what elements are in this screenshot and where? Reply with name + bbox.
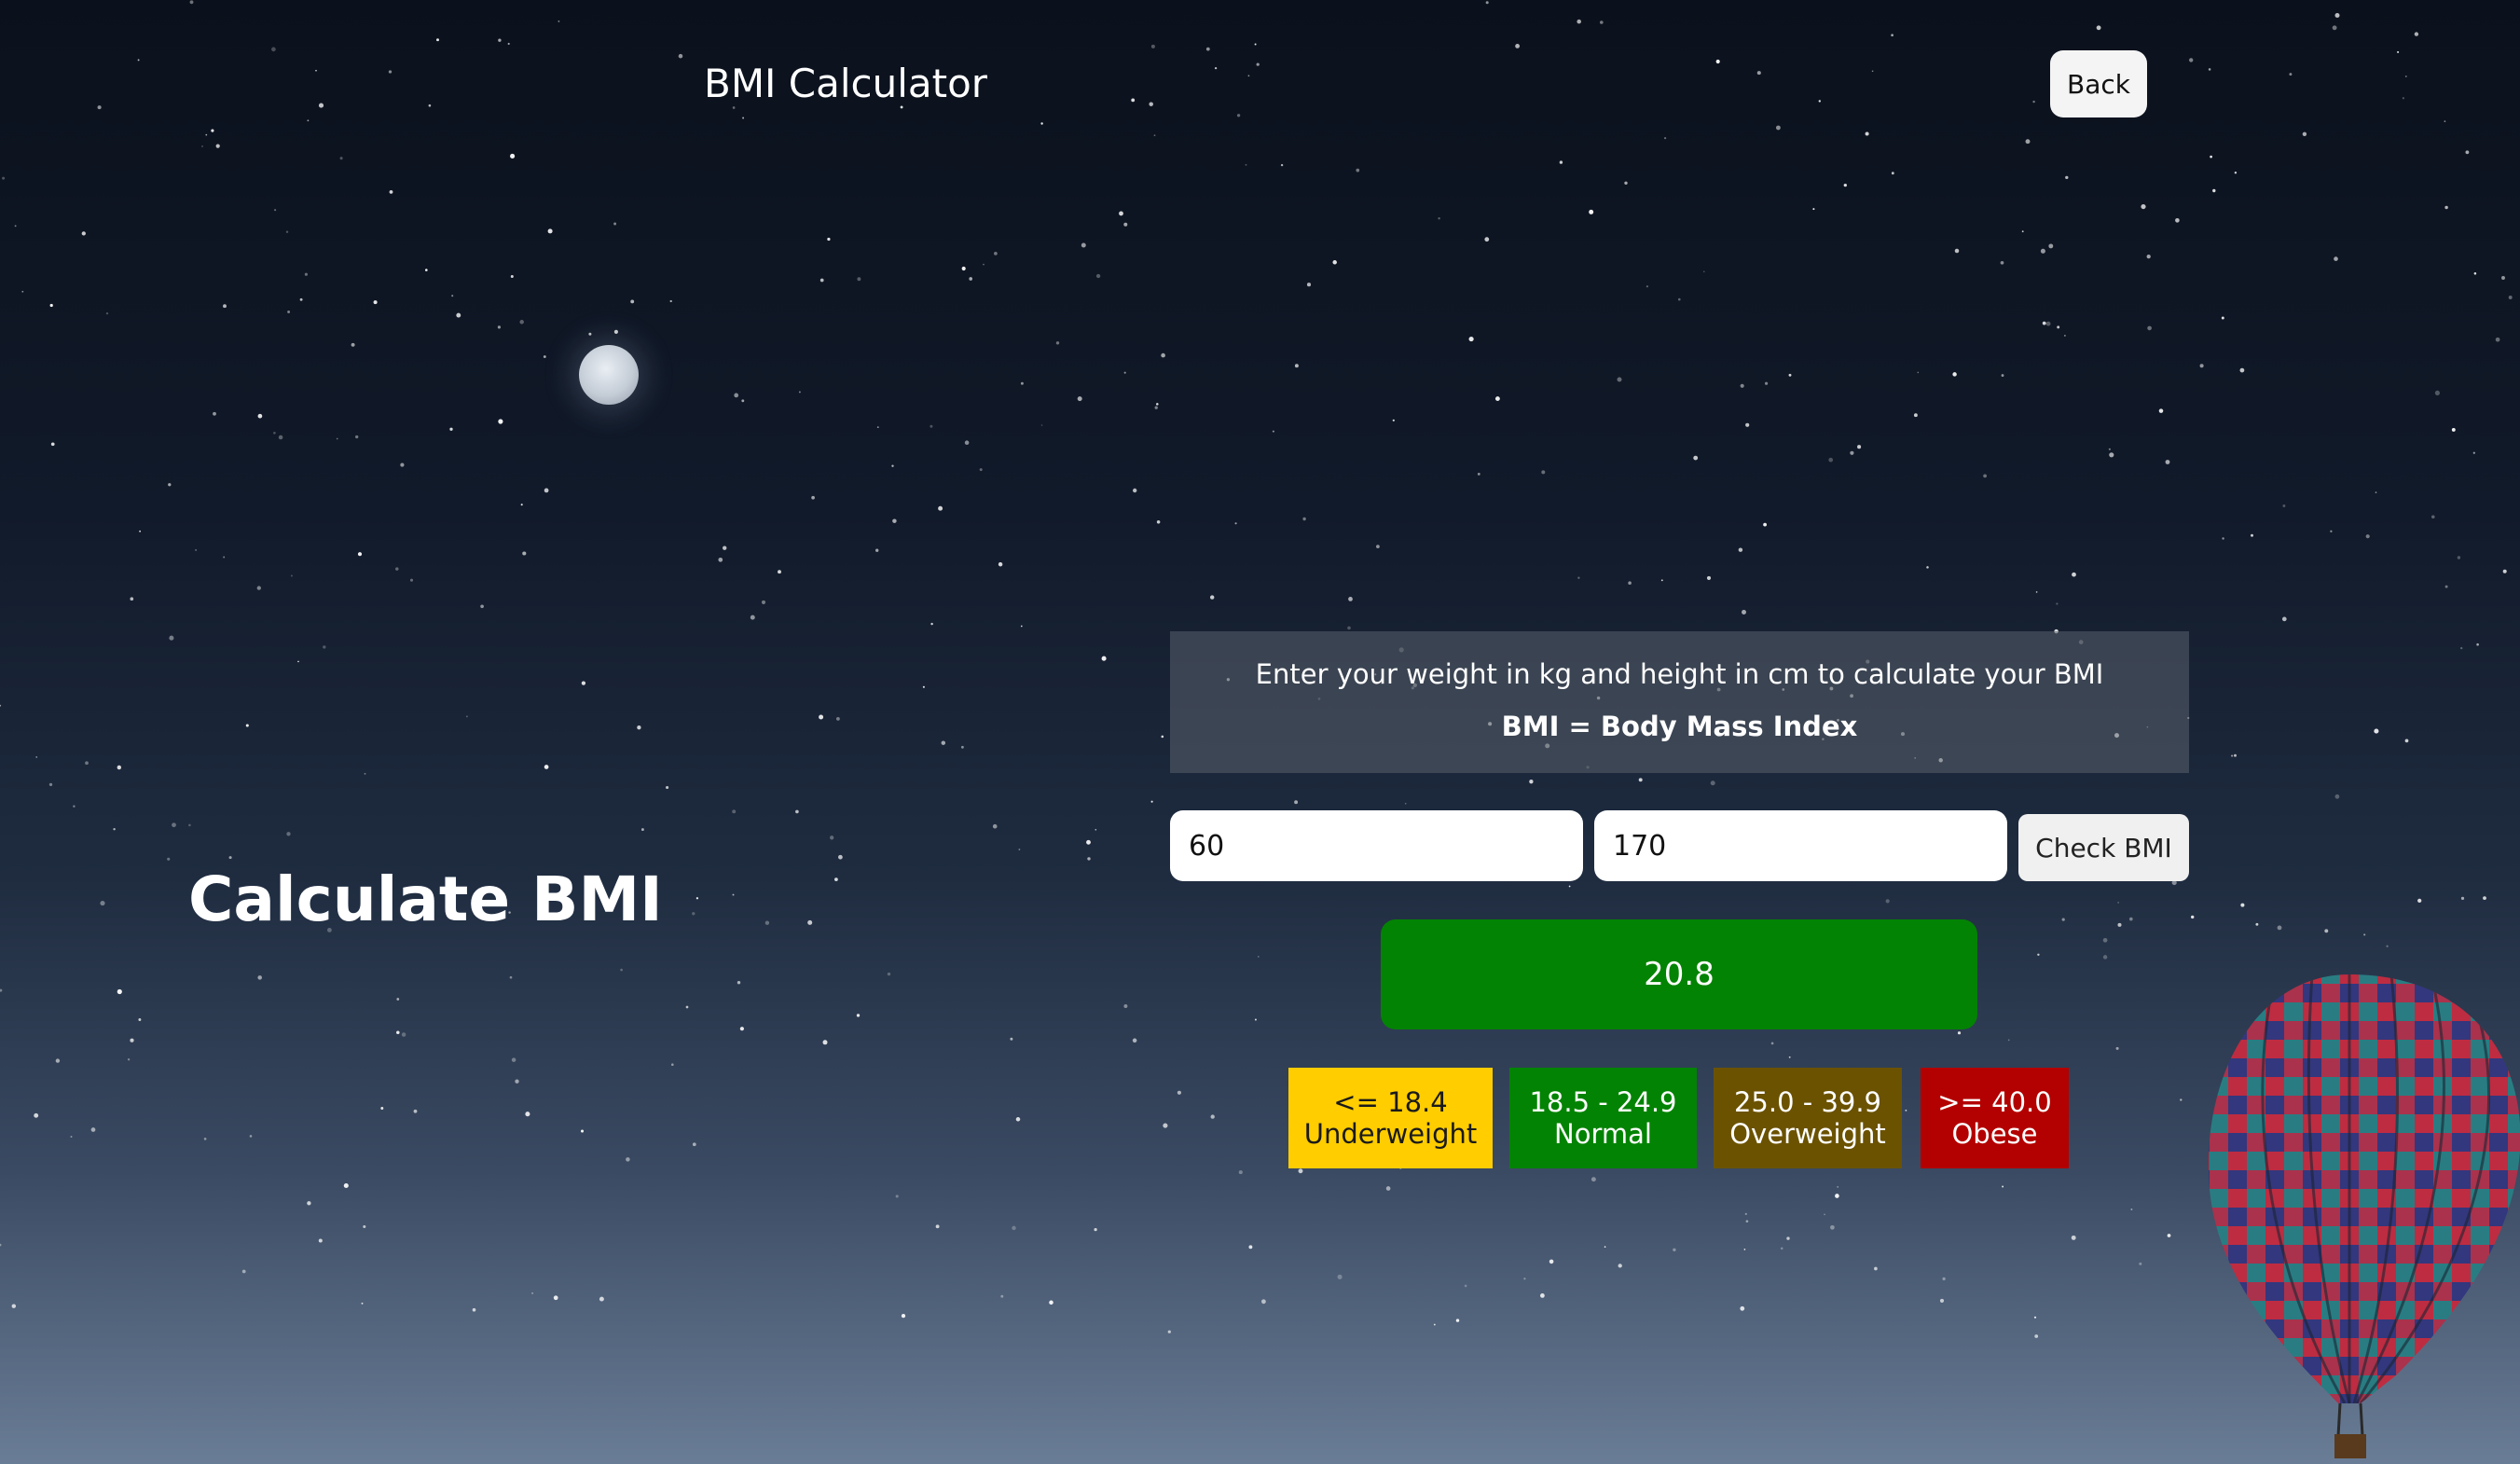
moon-image <box>579 345 639 405</box>
legend-label: Normal <box>1554 1118 1652 1150</box>
legend-obese: >= 40.0 Obese <box>1921 1068 2069 1168</box>
legend-label: Obese <box>1951 1118 2038 1150</box>
back-button[interactable]: Back <box>2050 50 2147 117</box>
height-input[interactable] <box>1594 810 2007 881</box>
legend-overweight: 25.0 - 39.9 Overweight <box>1714 1068 1902 1168</box>
legend-label: Overweight <box>1729 1118 1886 1150</box>
bmi-result: 20.8 <box>1381 919 1977 1029</box>
legend-range: 18.5 - 24.9 <box>1529 1086 1677 1118</box>
legend-normal: 18.5 - 24.9 Normal <box>1509 1068 1697 1168</box>
legend-label: Underweight <box>1303 1118 1478 1150</box>
legend-range: >= 40.0 <box>1937 1086 2052 1118</box>
instructions-text: Enter your weight in kg and height in cm… <box>1255 658 2104 690</box>
bmi-definition-text: BMI = Body Mass Index <box>1501 711 1858 742</box>
page-heading: Calculate BMI <box>188 863 663 935</box>
weight-input[interactable] <box>1170 810 1583 881</box>
legend-underweight: <= 18.4 Underweight <box>1288 1068 1493 1168</box>
legend-range: 25.0 - 39.9 <box>1733 1086 1882 1118</box>
app-title: BMI Calculator <box>704 61 988 106</box>
info-panel: Enter your weight in kg and height in cm… <box>1170 631 2189 773</box>
legend-range: <= 18.4 <box>1333 1086 1448 1118</box>
hot-air-balloon-image <box>2208 974 2520 1458</box>
check-bmi-button[interactable]: Check BMI <box>2018 814 2189 881</box>
